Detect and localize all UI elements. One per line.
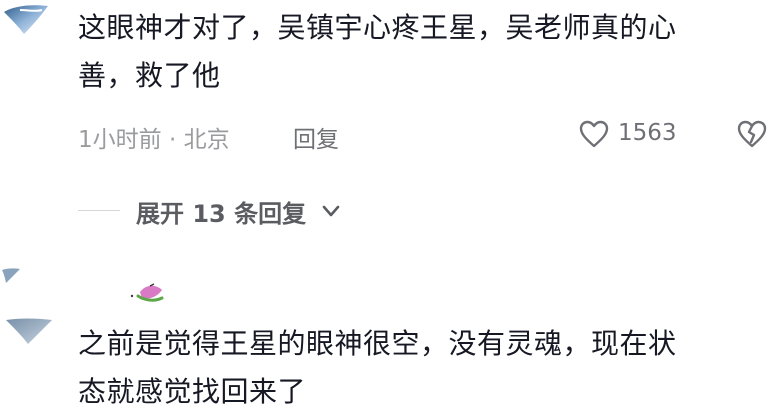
comment-text-line: 之前是觉得王星的眼神很空，没有灵魂，现在状 <box>78 327 677 360</box>
commenter-avatar[interactable] <box>0 2 52 38</box>
comment-text: 这眼神才对了，吴镇宇心疼王星，吴老师真的心 善，救了他 <box>78 4 768 100</box>
sticker-image <box>130 283 164 302</box>
comment-time-location: 1小时前 · 北京 <box>78 127 230 153</box>
like-count: 1563 <box>618 120 677 146</box>
broken-heart-icon[interactable] <box>736 118 768 150</box>
commenter-avatar[interactable] <box>0 316 54 346</box>
heart-outline-icon[interactable] <box>578 118 610 150</box>
reply-button[interactable]: 回复 <box>293 120 339 154</box>
comment-meta: 1小时前 · 北京 回复 1563 <box>78 116 768 154</box>
expand-divider <box>78 210 120 211</box>
comment-text-line: 这眼神才对了，吴镇宇心疼王星，吴老师真的心 <box>78 11 677 44</box>
commenter-avatar[interactable] <box>0 266 22 284</box>
comment-list: 这眼神才对了，吴镇宇心疼王星，吴老师真的心 善，救了他 1小时前 · 北京 回复… <box>0 0 775 412</box>
comment-text-line: 态就感觉找回来了 <box>78 375 307 408</box>
avatar-image <box>4 5 48 34</box>
chevron-down-icon <box>322 205 340 217</box>
expand-replies-label: 展开 13 条回复 <box>136 200 307 228</box>
comment-text: 之前是觉得王星的眼神很空，没有灵魂，现在状 态就感觉找回来了 <box>78 320 768 412</box>
comment-text-line: 善，救了他 <box>78 59 221 92</box>
